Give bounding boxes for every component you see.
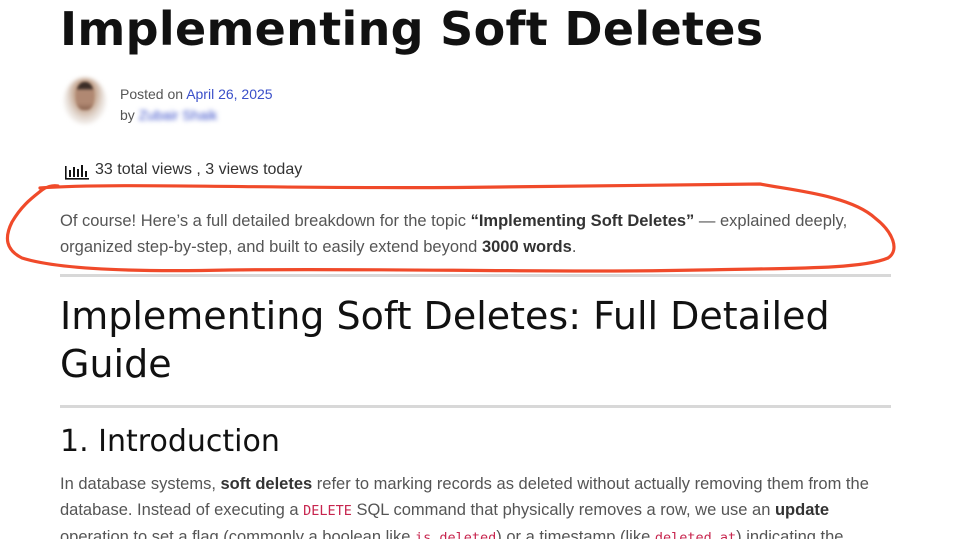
intro-topic: “Implementing Soft Deletes”: [470, 212, 695, 230]
section-heading-introduction: 1. Introduction: [60, 424, 280, 459]
introduction-paragraph: In database systems, soft deletes refer …: [60, 471, 900, 539]
intro-text-1: Of course! Here’s a full detailed breakd…: [60, 212, 471, 230]
p1-text-f: operation to set a flag (commonly a bool…: [60, 528, 415, 539]
code-deleted-at: deleted_at: [654, 530, 737, 539]
p1-bold-soft-deletes: soft deletes: [220, 475, 313, 493]
p1-text-d: SQL command that physically removes a ro…: [351, 501, 775, 519]
article-heading: Implementing Soft Deletes: Full Detailed…: [60, 294, 830, 386]
post-author-line: by Zubair Shaik: [120, 105, 273, 126]
p1-text-h: ) indicating the: [736, 528, 844, 539]
code-is-deleted: is_deleted: [414, 530, 497, 539]
p1-bold-update: update: [774, 501, 830, 519]
post-title: Implementing Soft Deletes: [60, 2, 764, 56]
views-text: 33 total views , 3 views today: [95, 161, 303, 178]
bar-chart-icon: [65, 165, 89, 180]
intro-paragraph: Of course! Here’s a full detailed breakd…: [60, 208, 890, 260]
p1-text-a: In database systems,: [60, 475, 221, 493]
intro-text-3: .: [571, 238, 577, 256]
divider-1: [60, 274, 891, 277]
author-link[interactable]: Zubair Shaik: [139, 107, 218, 123]
p1-text-g: ) or a timestamp (like: [496, 528, 655, 539]
posted-on-label: Posted on: [120, 86, 184, 102]
page: Implementing Soft Deletes Posted on Apri…: [0, 0, 953, 539]
divider-2: [60, 405, 891, 408]
by-label: by: [120, 107, 135, 123]
post-date-line: Posted on April 26, 2025: [120, 84, 273, 105]
post-date-link[interactable]: April 26, 2025: [186, 86, 272, 102]
code-delete: DELETE: [303, 503, 352, 519]
intro-word-count: 3000 words: [481, 238, 572, 256]
post-views-counter: 33 total views , 3 views today: [64, 160, 302, 180]
post-meta: Posted on April 26, 2025 by Zubair Shaik: [120, 84, 273, 126]
author-avatar-figure: [76, 82, 94, 110]
